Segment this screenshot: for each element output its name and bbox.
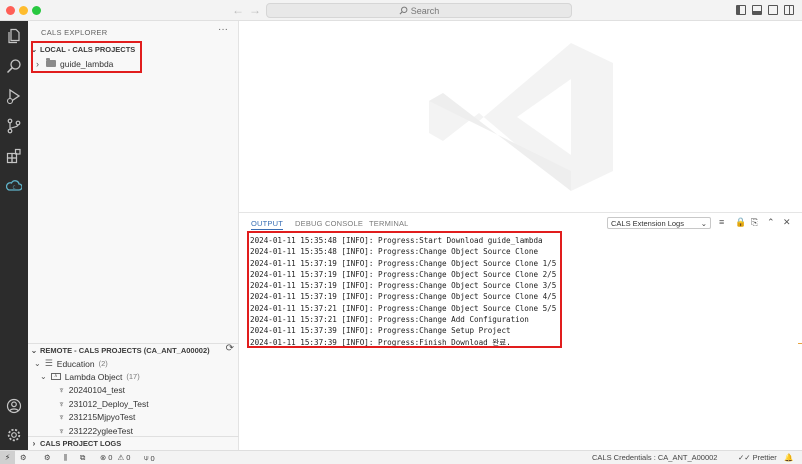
panel-scroll-marker <box>798 343 802 344</box>
tree-item-count: (2) <box>98 359 108 368</box>
tree-item-label: Lambda Object <box>64 371 123 382</box>
layers-icon[interactable]: ⧉ <box>80 453 85 463</box>
tree-item-lambda-object[interactable]: ⌄ λ Lambda Object (17) <box>40 370 140 383</box>
list-item[interactable]: ♆ 20240104_test <box>58 383 125 396</box>
extensions-icon[interactable] <box>5 147 23 165</box>
minimize-window-button[interactable] <box>19 6 28 15</box>
account-icon[interactable] <box>5 397 23 415</box>
activity-bar: C <box>0 21 28 450</box>
tree-item-label: 231012_Deploy_Test <box>68 398 149 409</box>
source-control-icon[interactable] <box>5 117 23 135</box>
tree-item-education[interactable]: ⌄ ☰ Education (2) <box>34 357 108 370</box>
cals-status-icon[interactable]: ⚙ <box>44 453 51 462</box>
remote-indicator-icon[interactable]: ⚡ <box>0 451 15 464</box>
ports-indicator[interactable]: ⍦ 0 <box>144 453 155 463</box>
editor-area <box>239 21 802 212</box>
tab-debug-console[interactable]: DEBUG CONSOLE <box>295 219 363 228</box>
more-actions-icon[interactable]: ··· <box>218 24 228 35</box>
tree-item-label: 231222ygleeTest <box>68 425 134 436</box>
library-icon[interactable]: ⫼ <box>64 453 67 463</box>
warning-count: 0 <box>126 453 131 462</box>
clear-output-icon[interactable]: ≡ <box>719 217 724 227</box>
sidebar-title: CALS EXPLORER <box>41 28 108 37</box>
title-bar: ← → Search <box>0 0 802 21</box>
tab-terminal[interactable]: TERMINAL <box>369 219 409 228</box>
warning-icon: ⚠ <box>117 453 125 462</box>
lambda-function-icon: ♆ <box>58 425 65 436</box>
chevron-down-icon: ⌄ <box>700 218 707 228</box>
project-logs-label: CALS PROJECT LOGS <box>40 439 122 448</box>
customize-layout-icon[interactable] <box>784 5 794 15</box>
close-window-button[interactable] <box>6 6 15 15</box>
maximize-window-button[interactable] <box>32 6 41 15</box>
cals-credentials-status[interactable]: CALS Credentials : CA_ANT_A00002 <box>592 453 717 462</box>
prettier-label: Prettier <box>752 453 777 462</box>
chevron-down-icon: ⌄ <box>30 346 38 355</box>
toggle-sidebar-icon[interactable] <box>736 5 746 15</box>
list-item[interactable]: ♆ 231012_Deploy_Test <box>58 397 149 410</box>
problems-indicator[interactable]: ⊗ 0 ⚠ 0 <box>100 453 130 462</box>
highlight-box-local-projects <box>31 41 142 73</box>
tree-item-count: (17) <box>126 372 140 381</box>
lambda-function-icon: ♆ <box>58 398 65 409</box>
lambda-function-icon: ♆ <box>58 384 65 395</box>
ports-count: 0 <box>150 453 155 463</box>
chevron-down-icon: ⌄ <box>34 359 41 368</box>
toggle-panel-icon[interactable] <box>752 5 762 15</box>
arrow-left-icon[interactable]: ← <box>232 3 244 17</box>
radio-tower-icon: ⍦ <box>144 453 149 462</box>
list-item[interactable]: ♆ 231215MjpyoTest <box>58 410 135 423</box>
lambda-function-icon: ♆ <box>58 411 65 422</box>
sync-icon[interactable]: ⚙ <box>20 453 27 462</box>
tree-item-label: 231215MjpyoTest <box>68 411 136 422</box>
status-bar: ⚡ ⚙ ⚙ ⫼ ⧉ ⊗ 0 ⚠ 0 ⍦ 0 CALS Credentials :… <box>0 450 802 464</box>
error-count: 0 <box>108 453 113 462</box>
close-panel-icon[interactable]: ✕ <box>783 217 791 228</box>
chevron-down-icon: ⌄ <box>40 372 47 381</box>
remote-projects-label: REMOTE - CALS PROJECTS (CA_ANT_A00002) <box>40 346 210 355</box>
maximize-panel-icon[interactable]: ⌃ <box>767 217 775 228</box>
explorer-icon[interactable] <box>5 27 23 45</box>
project-logs-header[interactable]: › CALS PROJECT LOGS <box>28 437 239 450</box>
toggle-secondary-sidebar-icon[interactable] <box>768 5 778 15</box>
highlight-box-output-log <box>247 231 562 348</box>
svg-text:C: C <box>13 185 16 190</box>
chevron-right-icon: › <box>32 439 36 448</box>
cals-icon[interactable]: C <box>5 177 23 195</box>
tree-item-label: 20240104_test <box>68 384 125 395</box>
arrow-right-icon[interactable]: → <box>249 3 261 17</box>
open-in-editor-icon[interactable]: ⎘ <box>751 217 758 228</box>
tab-output[interactable]: OUTPUT <box>251 219 284 230</box>
remote-projects-header[interactable]: ⌄ REMOTE - CALS PROJECTS (CA_ANT_A00002) <box>28 344 239 357</box>
command-center-search[interactable]: Search <box>266 3 572 18</box>
double-check-icon: ✓✓ <box>738 453 751 462</box>
lambda-box-icon: λ <box>50 373 61 380</box>
tree-item-label: Education <box>56 358 95 369</box>
error-icon: ⊗ <box>100 453 107 462</box>
search-placeholder: Search <box>410 5 440 16</box>
search-icon[interactable] <box>5 57 23 75</box>
run-debug-icon[interactable] <box>5 87 23 105</box>
output-channel-value: CALS Extension Logs <box>611 218 684 228</box>
output-channel-select[interactable]: CALS Extension Logs ⌄ <box>607 217 711 229</box>
search-icon <box>399 6 408 15</box>
lock-icon[interactable]: 🔒 <box>735 217 746 228</box>
prettier-status[interactable]: ✓✓ Prettier <box>738 453 777 462</box>
notifications-bell-icon[interactable]: 🔔 <box>784 453 793 462</box>
vscode-logo-watermark <box>429 43 613 191</box>
database-icon: ☰ <box>44 358 53 368</box>
cals-explorer-sidebar: CALS EXPLORER ··· ⌄ LOCAL - CALS PROJECT… <box>28 21 239 450</box>
gear-icon[interactable] <box>5 426 23 444</box>
refresh-icon[interactable]: ⟳ <box>226 343 234 354</box>
